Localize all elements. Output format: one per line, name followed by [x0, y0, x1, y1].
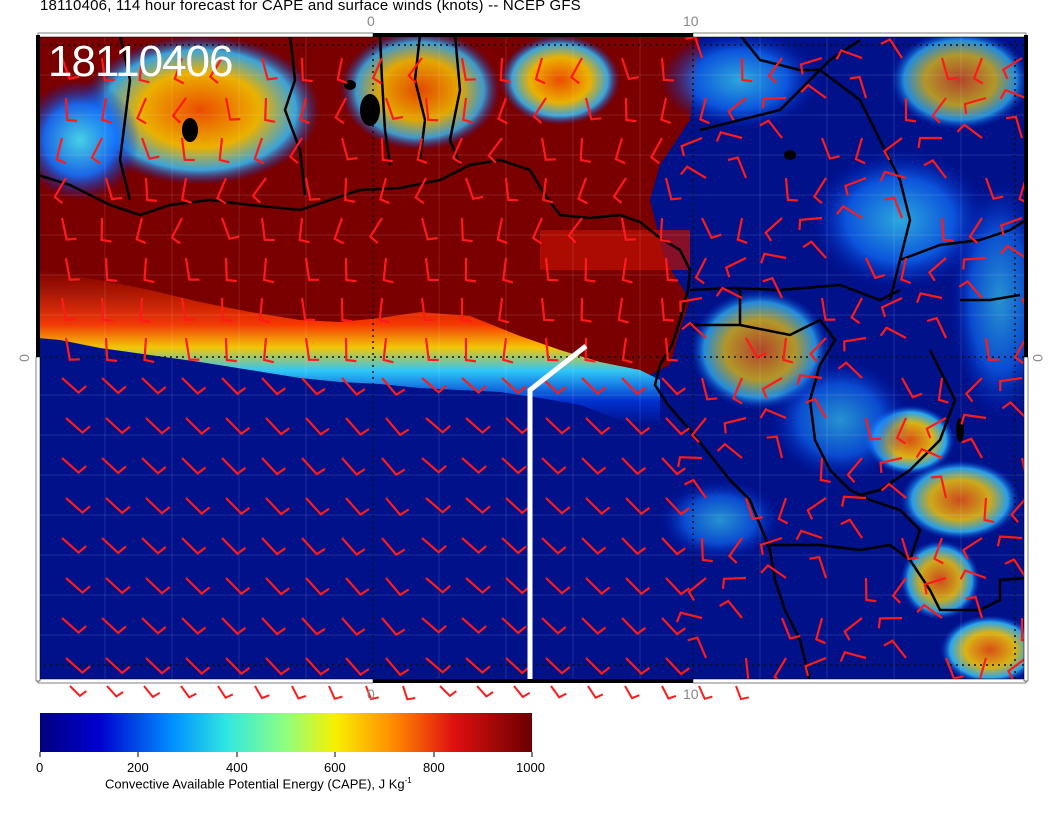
frame-scale-right-top — [1024, 35, 1028, 357]
wind-barbs-outside-frame — [69, 685, 750, 701]
wind-barb — [328, 685, 343, 701]
right-tick-0: 0 — [1029, 354, 1046, 362]
frame-scale-bottom-mid — [373, 679, 693, 683]
wind-barb — [180, 685, 197, 699]
wind-barb — [69, 685, 87, 698]
wind-barb — [402, 685, 416, 701]
wind-barb — [735, 685, 750, 701]
wind-barb — [513, 685, 531, 699]
colorbar-tick-1000: 1000 — [516, 760, 545, 775]
wind-barb — [291, 685, 307, 700]
wind-barb — [476, 685, 494, 698]
land-cape-yellow — [340, 35, 500, 150]
frame-scale-top-mid — [373, 33, 693, 37]
colorbar-tick-400: 400 — [226, 760, 248, 775]
colorbar-ticks — [39, 752, 533, 757]
wind-barb — [254, 685, 270, 700]
frame-scale-bottom-left — [37, 678, 374, 684]
wind-barb — [217, 685, 234, 699]
forecast-stamp: 18110406 — [48, 37, 233, 86]
frame-scale-left-top — [36, 35, 40, 357]
wind-barb — [661, 685, 677, 700]
top-tick-0: 0 — [367, 13, 375, 29]
colorbar-tick-0: 0 — [36, 760, 44, 775]
wind-barb — [439, 685, 457, 698]
bottom-tick-10: 10 — [683, 686, 699, 702]
colorbar-title: Convective Available Potential Energy (C… — [105, 776, 412, 791]
colorbar-tick-200: 200 — [127, 760, 149, 775]
colorbar-tick-600: 600 — [324, 760, 346, 775]
wind-barb — [587, 685, 604, 699]
left-tick-0: 0 — [15, 354, 32, 362]
wind-barb — [143, 685, 161, 699]
frame-scale-top-right — [692, 32, 1027, 38]
land-cape-yellow — [500, 35, 620, 125]
frame-scale-left-bottom — [35, 356, 41, 682]
colorbar — [40, 713, 532, 752]
frame-scale-bottom-right — [692, 678, 1027, 684]
page-title: 18110406, 114 hour forecast for CAPE and… — [40, 0, 581, 14]
wind-barb — [106, 685, 124, 698]
wind-barb — [624, 685, 640, 700]
forecast-map — [35, 32, 1029, 757]
colorbar-title-unit-exponent: -1 — [404, 776, 412, 785]
frame-scale-right-bottom — [1023, 356, 1029, 682]
colorbar-title-text: Convective Available Potential Energy (C… — [105, 776, 405, 792]
bottom-tick-0: 0 — [367, 686, 375, 702]
top-tick-10: 10 — [683, 13, 699, 29]
wind-barb — [550, 685, 567, 699]
wind-barb — [698, 685, 713, 701]
colorbar-tick-800: 800 — [423, 760, 445, 775]
